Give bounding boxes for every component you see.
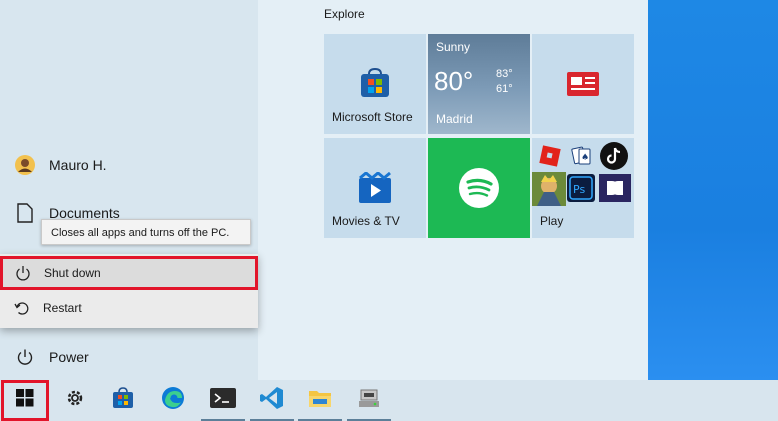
taskbar-network-drive[interactable] [345, 380, 393, 421]
tiktok-icon [599, 142, 629, 175]
edge-icon [161, 386, 185, 415]
desktop-background [648, 0, 778, 380]
taskbar-store[interactable] [99, 380, 147, 421]
spotify-icon [458, 167, 500, 214]
avatar [13, 153, 37, 177]
taskbar-file-explorer[interactable] [296, 380, 344, 421]
taskbar-terminal[interactable] [199, 380, 247, 421]
dolby-icon [599, 174, 631, 207]
power-item[interactable]: Power [0, 340, 258, 374]
power-icon [14, 264, 32, 282]
tile-group-label: Explore [324, 7, 365, 21]
tile-spotify[interactable] [428, 138, 530, 238]
vscode-icon [260, 386, 284, 415]
tile-movies-tv[interactable]: Movies & TV [324, 138, 426, 238]
weather-high: 83° [496, 68, 513, 80]
shut-down-label: Shut down [44, 266, 101, 280]
power-options-menu: Shut down Restart [0, 254, 258, 328]
tile-play-folder[interactable]: ♠ Ps Play [532, 138, 634, 238]
tile-news[interactable] [532, 34, 634, 134]
roblox-icon [536, 142, 564, 175]
tile-weather[interactable]: Sunny 80° 83° 61° Madrid [428, 34, 530, 134]
weather-city: Madrid [436, 112, 473, 126]
taskbar-edge[interactable] [149, 380, 197, 421]
weather-low: 61° [496, 83, 513, 95]
store-icon [112, 387, 134, 414]
svg-text:Ps: Ps [573, 183, 585, 196]
file-explorer-icon [308, 388, 332, 413]
power-label: Power [49, 349, 89, 365]
photoshop-express-icon: Ps [567, 174, 595, 207]
movies-tv-icon [358, 171, 392, 209]
tile-label-play: Play [540, 214, 564, 228]
tile-label-store: Microsoft Store [332, 110, 413, 124]
restart-icon [13, 299, 31, 317]
weather-temperature: 80° [434, 66, 474, 96]
taskbar [0, 380, 778, 421]
solitaire-icon: ♠ [567, 142, 595, 175]
shutdown-tooltip: Closes all apps and turns off the PC. [41, 219, 251, 245]
tile-microsoft-store[interactable]: Microsoft Store [324, 34, 426, 134]
power-icon [13, 345, 37, 369]
user-account-item[interactable]: Mauro H. [0, 148, 258, 182]
windows-start-icon [16, 389, 34, 412]
news-icon [566, 71, 600, 102]
weather-condition: Sunny [436, 40, 471, 54]
start-button[interactable] [1, 380, 49, 421]
restart-label: Restart [43, 301, 82, 315]
game-art-icon [532, 172, 566, 211]
restart-button[interactable]: Restart [0, 291, 258, 325]
user-name: Mauro H. [49, 157, 107, 173]
store-icon [359, 67, 391, 103]
document-icon [13, 201, 37, 225]
settings-icon [65, 388, 85, 413]
network-drive-icon [357, 387, 381, 414]
tile-label-movies: Movies & TV [332, 214, 400, 228]
taskbar-vscode[interactable] [248, 380, 296, 421]
shut-down-button[interactable]: Shut down [0, 256, 258, 290]
svg-text:♠: ♠ [581, 153, 589, 163]
terminal-icon [210, 388, 236, 413]
taskbar-settings[interactable] [51, 380, 99, 421]
